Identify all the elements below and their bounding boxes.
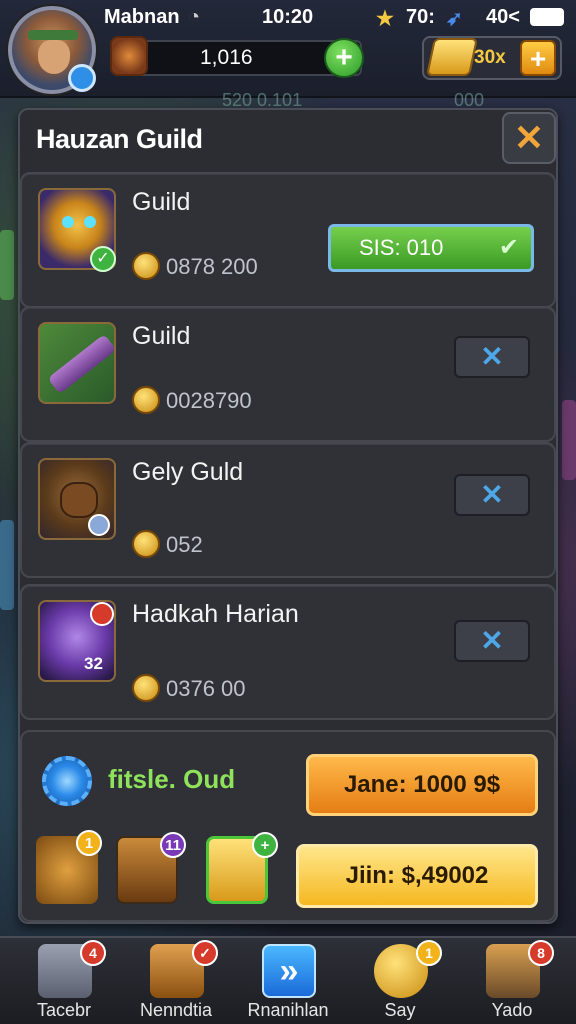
close-button[interactable]: ✕ — [502, 112, 556, 164]
guild-card-3[interactable]: Gely Guld 052 ✕ — [20, 442, 556, 578]
nav-label: Nenndtia — [139, 1000, 213, 1020]
nav-item-5[interactable]: 8 Yado — [456, 940, 568, 1024]
nav-label: Rnanihlan — [247, 1000, 329, 1020]
guild-name: Gely Guld — [132, 458, 244, 486]
buy-button[interactable]: Jiin: $,49002 — [296, 844, 538, 908]
fast-forward-icon: » — [262, 944, 316, 998]
feather-icon: ➶ — [446, 8, 463, 30]
status-time: 10:20 — [262, 6, 314, 28]
guild-name: Guild — [132, 188, 191, 216]
add-resource-button[interactable]: + — [324, 38, 364, 78]
status-battery-text: 40< — [486, 6, 520, 28]
nav-badge: ✓ — [192, 940, 218, 966]
scene-edge-left-2 — [0, 520, 14, 610]
guild-card-1[interactable]: ✓ Guild 0878 200 SIS: 010 ✔ — [20, 172, 556, 308]
avatar-headband — [28, 30, 78, 40]
resource-value: 1,016 — [200, 46, 253, 69]
nav-label: Tacebr — [36, 1000, 92, 1020]
add-gold-button[interactable]: + — [520, 40, 556, 76]
cannon-icon — [38, 322, 116, 404]
star-icon: ★ — [376, 8, 394, 30]
guild-value: 0028790 — [166, 388, 252, 413]
coin-icon — [132, 252, 160, 280]
helmet-icon — [38, 458, 116, 540]
footer-label: fitsle. Oud — [108, 764, 236, 794]
guild-value: 052 — [166, 532, 203, 557]
coin-icon — [132, 530, 160, 558]
guild-name: Hadkah Harian — [132, 600, 299, 628]
guild-value: 0878 200 — [166, 254, 258, 279]
join-button[interactable]: Jane: 1000 9$ — [306, 754, 538, 816]
nav-badge: 1 — [416, 940, 442, 966]
coin-icon — [132, 674, 160, 702]
nav-badge: 4 — [80, 940, 106, 966]
wifi-icon: ◔ — [188, 6, 201, 28]
dismiss-guild-button[interactable]: ✕ — [454, 474, 530, 516]
nav-label: Say — [384, 1000, 416, 1020]
guild-name: Guild — [132, 322, 191, 350]
panel-title: Hauzan Guild — [36, 124, 203, 154]
guild-value: 0376 00 — [166, 676, 246, 701]
check-icon: ✔ — [498, 234, 519, 261]
check-badge-icon: ✓ — [90, 246, 116, 272]
join-guild-button[interactable]: SIS: 010 ✔ — [328, 224, 534, 272]
player-avatar[interactable] — [8, 6, 96, 94]
battery-icon — [530, 8, 564, 26]
nav-item-2[interactable]: ✓ Nenndtia — [120, 940, 232, 1024]
item-count-badge: 1 — [76, 830, 102, 856]
avatar-face — [38, 40, 70, 74]
nav-badge: 8 — [528, 940, 554, 966]
dismiss-guild-button[interactable]: ✕ — [454, 336, 530, 378]
scene-edge-right-1 — [562, 400, 576, 480]
nav-item-1[interactable]: 4 Tacebr — [8, 940, 120, 1024]
gear-icon[interactable] — [42, 756, 92, 806]
status-stars: 70: — [406, 6, 435, 28]
item-count-badge: 11 — [160, 832, 186, 858]
nav-item-3[interactable]: » Rnanihlan — [232, 940, 344, 1024]
guild-card-4[interactable]: 32 Hadkah Harian 0376 00 ✕ — [20, 584, 556, 720]
resource-icon — [110, 36, 148, 76]
alert-badge-icon — [90, 602, 114, 626]
item-plus-badge: + — [252, 832, 278, 858]
status-player-name: Mabnan — [104, 6, 180, 28]
avatar-level-badge-icon — [68, 64, 96, 92]
join-guild-button-label: SIS: 010 — [359, 235, 444, 260]
nav-item-4[interactable]: 1 Say — [344, 940, 456, 1024]
scene-edge-left-1 — [0, 230, 14, 300]
nav-label: Yado — [491, 1000, 533, 1020]
gold-bar-icon — [425, 38, 479, 76]
level-label: 32 — [84, 654, 103, 673]
guild-card-2[interactable]: Guild 0028790 ✕ — [20, 306, 556, 442]
gold-multiplier: 30x — [474, 47, 506, 68]
coin-icon — [132, 386, 160, 414]
dismiss-guild-button[interactable]: ✕ — [454, 620, 530, 662]
